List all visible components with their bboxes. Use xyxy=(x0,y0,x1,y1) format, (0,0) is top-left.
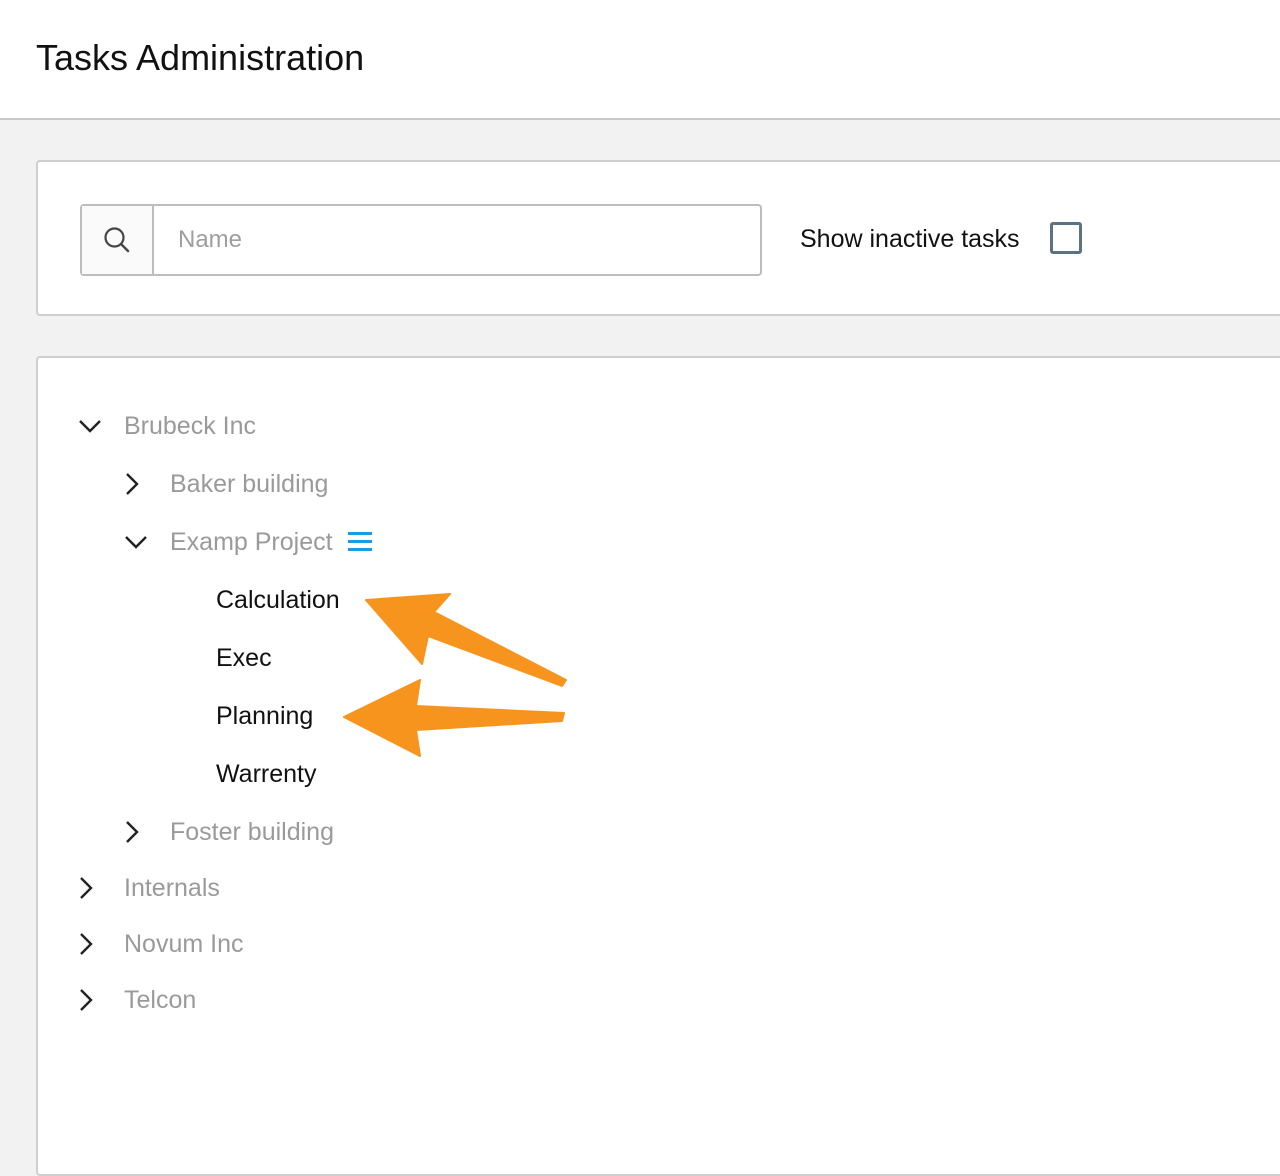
chevron-right-icon[interactable] xyxy=(118,818,146,846)
page-title: Tasks Administration xyxy=(36,37,365,78)
tree-node-telcon[interactable]: Telcon xyxy=(72,980,372,1020)
task-label: Calculation xyxy=(216,586,340,614)
tree-node-novum[interactable]: Novum Inc xyxy=(72,924,372,964)
chevron-right-icon[interactable] xyxy=(72,986,100,1014)
tree-node-label: Internals xyxy=(124,874,220,902)
task-label: Planning xyxy=(216,702,314,730)
chevron-right-icon[interactable] xyxy=(118,470,146,498)
tree-node-label: Brubeck Inc xyxy=(124,412,257,440)
menu-icon[interactable] xyxy=(348,531,372,553)
tree-node-brubeck[interactable]: Brubeck Inc xyxy=(76,406,376,446)
chevron-right-icon[interactable] xyxy=(72,874,100,902)
chevron-down-icon[interactable] xyxy=(122,528,150,556)
search-input[interactable] xyxy=(154,206,760,274)
tree-node-label: Foster building xyxy=(170,818,334,846)
tree-node-label: Novum Inc xyxy=(124,930,244,958)
tree-leaf-task[interactable]: Exec xyxy=(216,638,416,678)
page-header: Tasks Administration xyxy=(0,0,1280,120)
tree-node-label: Telcon xyxy=(124,986,197,1014)
show-inactive-label: Show inactive tasks xyxy=(800,225,1020,253)
tree-node-internals[interactable]: Internals xyxy=(72,868,372,908)
tree-node-foster[interactable]: Foster building xyxy=(118,812,418,852)
task-label: Warrenty xyxy=(216,760,317,788)
tree-leaf-task[interactable]: Planning xyxy=(216,696,416,736)
tree-node-label: Examp Project xyxy=(170,528,333,556)
tree-leaf-task[interactable]: Warrenty xyxy=(216,754,416,794)
task-label: Exec xyxy=(216,644,272,672)
search-box xyxy=(80,204,762,276)
chevron-down-icon[interactable] xyxy=(76,412,104,440)
search-icon xyxy=(82,206,154,274)
show-inactive-checkbox[interactable] xyxy=(1050,222,1082,254)
tree-node-label: Baker building xyxy=(170,470,329,498)
tree-node-baker[interactable]: Baker building xyxy=(118,464,418,504)
chevron-right-icon[interactable] xyxy=(72,930,100,958)
filter-panel: Show inactive tasks xyxy=(36,160,1280,316)
tree-leaf-task[interactable]: Calculation xyxy=(216,580,416,620)
tree-node-examp-project[interactable]: Examp Project xyxy=(122,522,422,562)
